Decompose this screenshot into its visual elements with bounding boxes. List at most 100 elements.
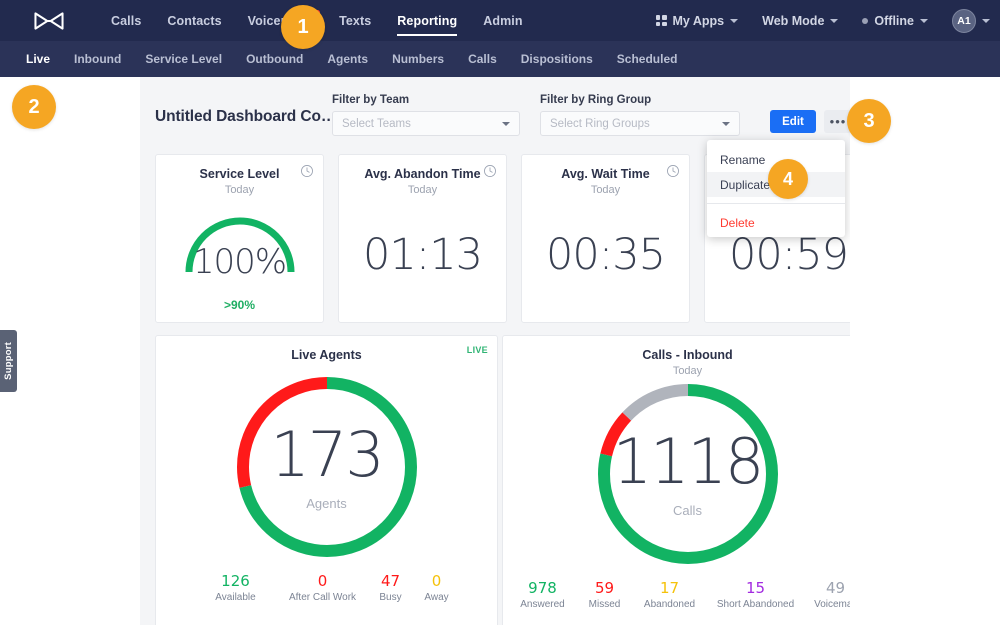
dashboard-name-selector[interactable]: Untitled Dashboard Co… — [155, 108, 351, 126]
donut-unit: Agents — [306, 496, 346, 511]
kpi-value: 01:13 — [339, 230, 506, 280]
legend-label: Available — [194, 592, 278, 603]
live-agents-legend: 126 Available 0 After Call Work 47 Busy … — [156, 572, 497, 603]
my-apps-menu[interactable]: My Apps — [644, 14, 751, 28]
team-filter-label: Filter by Team — [332, 94, 520, 106]
kpi-card-service-level[interactable]: Service Level Today 100% >90% — [155, 154, 324, 323]
subnav-label: Agents — [327, 52, 368, 66]
donut-value: 173 — [270, 424, 382, 486]
subnav-label: Numbers — [392, 52, 444, 66]
donut-center-label: 1118 Calls — [503, 381, 850, 567]
support-tab[interactable]: Support — [0, 330, 17, 392]
subnav-item-calls[interactable]: Calls — [456, 41, 509, 77]
annotation-marker-1: 1 — [281, 5, 325, 49]
live-badge: LIVE — [467, 345, 488, 355]
kpi-value: 00:59 — [705, 230, 850, 280]
legend-item: 59 Missed — [577, 579, 633, 610]
legend-item: 17 Abandoned — [633, 579, 707, 610]
subnav-item-dispositions[interactable]: Dispositions — [509, 41, 605, 77]
subnav-item-service-level[interactable]: Service Level — [133, 41, 234, 77]
legend-value: 126 — [194, 572, 278, 590]
legend-label: Short Abandoned — [707, 599, 805, 610]
legend-item: 49 Voicemail — [805, 579, 851, 610]
legend-item: 47 Busy — [368, 572, 414, 603]
legend-value: 47 — [368, 572, 414, 590]
legend-value: 0 — [414, 572, 460, 590]
kpi-card-avg-wait-time[interactable]: Avg. Wait Time Today 00:35 — [521, 154, 690, 323]
subnav-item-numbers[interactable]: Numbers — [380, 41, 456, 77]
chevron-down-icon — [722, 122, 730, 126]
app-logo[interactable] — [0, 10, 98, 32]
chart-card-calls-inbound[interactable]: Calls - Inbound Today 1118 Calls — [502, 335, 850, 625]
legend-value: 49 — [805, 579, 851, 597]
left-rail: Support — [0, 77, 140, 625]
live-agents-donut: 173 Agents — [156, 374, 497, 560]
legend-label: Abandoned — [633, 599, 707, 610]
nav-item-calls[interactable]: Calls — [98, 0, 154, 41]
grid-icon — [656, 15, 667, 26]
ring-group-filter-placeholder: Select Ring Groups — [550, 118, 722, 130]
menu-item-delete[interactable]: Delete — [707, 210, 845, 235]
support-tab-label: Support — [3, 342, 14, 380]
edit-button[interactable]: Edit — [770, 110, 816, 133]
top-navigation-bar: Calls Contacts Voicemails Texts Reportin… — [0, 0, 1000, 41]
menu-label: Rename — [720, 153, 765, 167]
application-window: Calls Contacts Voicemails Texts Reportin… — [0, 0, 1000, 625]
kpi-card-avg-abandon-time[interactable]: Avg. Abandon Time Today 01:13 — [338, 154, 507, 323]
team-filter-select[interactable]: Select Teams — [332, 111, 520, 136]
gauge-value: 100% — [156, 242, 323, 282]
card-subtitle: Today — [156, 184, 323, 196]
legend-item: 0 After Call Work — [278, 572, 368, 603]
top-nav-right-group: My Apps Web Mode Offline A1 — [644, 9, 1000, 33]
subnav-label: Service Level — [145, 52, 222, 66]
ring-group-filter-select[interactable]: Select Ring Groups — [540, 111, 740, 136]
subnav-item-inbound[interactable]: Inbound — [62, 41, 133, 77]
card-title: Live Agents — [156, 348, 497, 362]
subnav-label: Calls — [468, 52, 497, 66]
chevron-down-icon — [730, 19, 738, 23]
nav-item-reporting[interactable]: Reporting — [384, 0, 470, 41]
team-filter-placeholder: Select Teams — [342, 118, 502, 130]
subnav-item-live[interactable]: Live — [14, 41, 62, 77]
right-pane — [850, 77, 1000, 625]
calls-inbound-donut: 1118 Calls — [503, 381, 850, 567]
reporting-sub-navigation: Live Inbound Service Level Outbound Agen… — [0, 41, 1000, 77]
legend-item: 15 Short Abandoned — [707, 579, 805, 610]
menu-separator — [707, 203, 845, 204]
legend-value: 17 — [633, 579, 707, 597]
nav-label: Reporting — [397, 14, 457, 28]
status-dot-icon — [862, 18, 868, 24]
subnav-label: Dispositions — [521, 52, 593, 66]
donut-unit: Calls — [673, 503, 702, 518]
card-subtitle: Today — [339, 184, 506, 196]
avatar: A1 — [952, 9, 976, 33]
clock-icon — [300, 164, 314, 178]
clock-icon — [666, 164, 680, 178]
card-subtitle: Today — [522, 184, 689, 196]
user-account-menu[interactable]: A1 — [940, 9, 992, 33]
subnav-item-agents[interactable]: Agents — [315, 41, 380, 77]
chart-card-live-agents[interactable]: LIVE Live Agents 173 Agents 126 Availabl… — [155, 335, 498, 625]
legend-value: 978 — [509, 579, 577, 597]
card-title: Avg. Wait Time — [522, 167, 689, 181]
clock-icon — [483, 164, 497, 178]
presence-status-menu[interactable]: Offline — [850, 14, 940, 28]
menu-label: Duplicate — [720, 178, 770, 192]
nav-label: Admin — [483, 14, 522, 28]
subnav-item-scheduled[interactable]: Scheduled — [605, 41, 690, 77]
annotation-marker-4: 4 — [768, 159, 808, 199]
chevron-down-icon — [830, 19, 838, 23]
card-title: Service Level — [156, 167, 323, 181]
web-mode-menu[interactable]: Web Mode — [750, 14, 850, 28]
legend-item: 0 Away — [414, 572, 460, 603]
chevron-down-icon — [982, 19, 990, 23]
menu-label: Delete — [720, 216, 755, 230]
nav-item-contacts[interactable]: Contacts — [154, 0, 234, 41]
legend-label: Answered — [509, 599, 577, 610]
dashboard-toolbar: Untitled Dashboard Co… Filter by Team Se… — [140, 77, 850, 145]
nav-item-texts[interactable]: Texts — [326, 0, 384, 41]
nav-item-admin[interactable]: Admin — [470, 0, 535, 41]
subnav-label: Scheduled — [617, 52, 678, 66]
subnav-label: Inbound — [74, 52, 121, 66]
card-title: Avg. Abandon Time — [339, 167, 506, 181]
